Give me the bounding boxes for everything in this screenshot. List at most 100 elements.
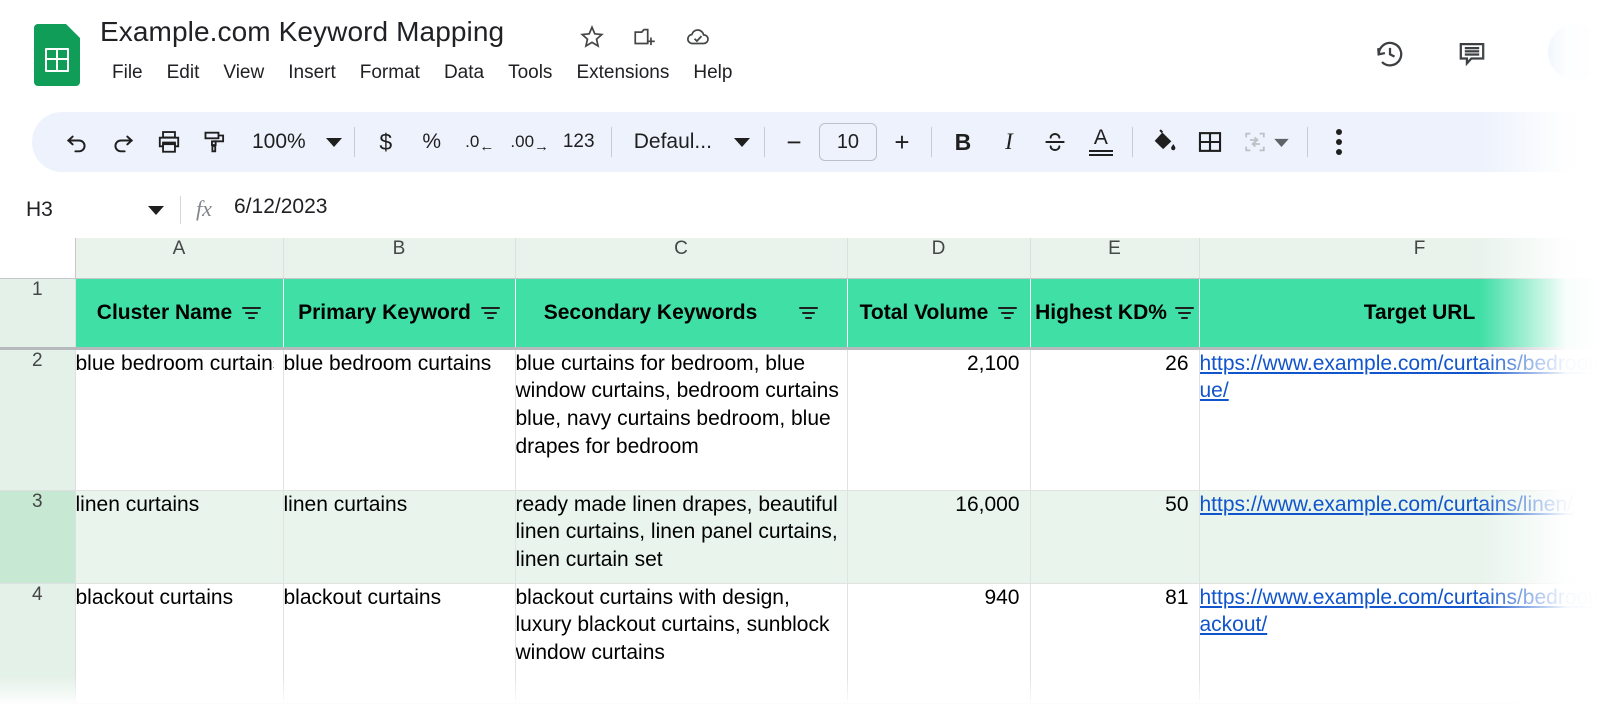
print-button[interactable] (146, 120, 192, 164)
cell-e3[interactable]: 50 (1030, 490, 1200, 584)
column-header-d[interactable]: D (847, 238, 1031, 279)
chevron-down-icon (1274, 138, 1290, 147)
menu-file[interactable]: File (100, 60, 155, 86)
text-color-label: A (1093, 126, 1108, 149)
increase-font-size-button[interactable]: + (881, 120, 923, 164)
column-header-f[interactable]: F (1199, 238, 1600, 279)
column-header-e[interactable]: E (1030, 238, 1200, 279)
table-row: 4 blackout curtains blackout curtains bl… (0, 583, 1600, 704)
text-color-button[interactable]: A (1078, 120, 1124, 164)
cell-a2[interactable]: blue bedroom curtains (75, 348, 284, 491)
menu-extensions[interactable]: Extensions (564, 60, 681, 86)
column-header-row: A B C D E F (0, 238, 1600, 279)
chevron-down-icon[interactable] (148, 205, 164, 215)
menu-edit[interactable]: Edit (155, 60, 212, 86)
avatar[interactable] (1548, 24, 1600, 80)
header-cell-highest-kd[interactable]: Highest KD% (1030, 277, 1200, 350)
comment-icon[interactable] (1450, 32, 1494, 76)
decrease-decimal-button[interactable]: .0 ← (455, 120, 505, 164)
version-history-icon[interactable] (1368, 32, 1412, 76)
zoom-value: 100% (252, 130, 306, 153)
more-options-icon[interactable] (1316, 120, 1362, 164)
merge-cells-icon (1245, 132, 1266, 152)
cell-e2[interactable]: 26 (1030, 348, 1200, 491)
column-header-a[interactable]: A (75, 238, 284, 279)
increase-decimal-button[interactable]: .00 → (505, 120, 555, 164)
cell-a2-text: blue bedroom curtains (75, 351, 274, 375)
title-action-icons (578, 22, 712, 52)
header-cell-target-url[interactable]: Target URL (1199, 277, 1600, 350)
cell-f2[interactable]: https://www.example.com/curtains/bedroom… (1199, 348, 1600, 491)
borders-icon[interactable] (1187, 120, 1233, 164)
cell-b4[interactable]: blackout curtains (283, 583, 516, 704)
bold-button[interactable]: B (940, 120, 986, 164)
header-label: Primary Keyword (298, 300, 471, 324)
toolbar-divider-5 (1131, 127, 1133, 157)
font-size-input[interactable]: 10 (818, 123, 877, 161)
cell-f3[interactable]: https://www.example.com/curtains/linen/ (1199, 490, 1600, 584)
target-url-link[interactable]: https://www.example.com/curtains/linen/ (1200, 493, 1574, 516)
currency-format-button[interactable]: $ (363, 120, 409, 164)
cloud-saved-icon[interactable] (684, 22, 712, 52)
cell-c4[interactable]: blackout curtains with design, luxury bl… (515, 583, 848, 704)
cell-a4[interactable]: blackout curtains (75, 583, 284, 704)
name-box[interactable]: H3 (14, 190, 174, 230)
header-cell-total-volume[interactable]: Total Volume (847, 277, 1031, 350)
menu-format[interactable]: Format (348, 60, 432, 86)
percent-format-button[interactable]: % (409, 120, 455, 164)
cell-d4[interactable]: 940 (847, 583, 1031, 704)
strikethrough-icon[interactable] (1032, 120, 1078, 164)
menu-data[interactable]: Data (432, 60, 496, 86)
table-row: 3 linen curtains linen curtains ready ma… (0, 490, 1600, 584)
column-header-c[interactable]: C (515, 238, 848, 279)
filter-icon[interactable] (1174, 305, 1194, 321)
fill-color-icon[interactable] (1141, 120, 1187, 164)
zoom-control[interactable]: 100% (238, 120, 346, 164)
header-cell-primary-keyword[interactable]: Primary Keyword (283, 277, 516, 350)
decrease-font-size-button[interactable]: − (773, 120, 815, 164)
cell-f4[interactable]: https://www.example.com/curtains/bedroom… (1199, 583, 1600, 704)
filter-icon[interactable] (799, 305, 819, 321)
page-title[interactable]: Example.com Keyword Mapping (100, 16, 504, 48)
column-header-b[interactable]: B (283, 238, 516, 279)
menu-insert[interactable]: Insert (276, 60, 348, 86)
filter-icon[interactable] (998, 305, 1018, 321)
paint-format-button[interactable] (192, 120, 238, 164)
cell-e4[interactable]: 81 (1030, 583, 1200, 704)
redo-button[interactable] (100, 120, 146, 164)
table-header-row: 1 Cluster Name Primary Keyword Secondary… (0, 277, 1600, 350)
sheet-table: A B C D E F 1 Cluster Name Primary Keywo… (0, 238, 1600, 704)
row-header-2[interactable]: 2 (0, 348, 76, 491)
cell-a3[interactable]: linen curtains (75, 490, 284, 584)
formula-input[interactable]: 6/12/2023 (234, 195, 327, 219)
move-to-folder-icon[interactable] (631, 22, 659, 52)
cell-c2[interactable]: blue curtains for bedroom, blue window c… (515, 348, 848, 491)
target-url-link[interactable]: https://www.example.com/curtains/bedroom… (1200, 352, 1600, 403)
filter-icon[interactable] (480, 305, 500, 321)
menu-tools[interactable]: Tools (496, 60, 564, 86)
star-icon[interactable] (578, 22, 606, 52)
app-header: Example.com Keyword Mapping File Edit Vi… (0, 0, 1600, 104)
menu-help[interactable]: Help (681, 60, 744, 86)
italic-button[interactable]: I (986, 120, 1032, 164)
row-header-1[interactable]: 1 (0, 278, 76, 350)
cell-b2[interactable]: blue bedroom curtains (283, 348, 516, 491)
select-all-corner[interactable] (0, 238, 76, 279)
row-header-3[interactable]: 3 (0, 490, 76, 584)
header-cell-cluster-name[interactable]: Cluster Name (75, 277, 284, 350)
header-cell-secondary-keywords[interactable]: Secondary Keywords (515, 277, 848, 350)
target-url-link[interactable]: https://www.example.com/curtains/bedroom… (1200, 586, 1600, 637)
menu-view[interactable]: View (211, 60, 276, 86)
header-label: Highest KD% (1035, 300, 1167, 324)
cell-c3[interactable]: ready made linen drapes, beautiful linen… (515, 490, 848, 584)
cell-b3[interactable]: linen curtains (283, 490, 516, 584)
cell-d2[interactable]: 2,100 (847, 348, 1031, 491)
undo-button[interactable] (54, 120, 100, 164)
cell-d3[interactable]: 16,000 (847, 490, 1031, 584)
row-header-4[interactable]: 4 (0, 583, 76, 704)
filter-icon[interactable] (242, 305, 262, 321)
font-family-select[interactable]: Defaul... (620, 120, 756, 164)
more-formats-button[interactable]: 123 (555, 120, 603, 164)
merge-cells-button[interactable] (1233, 120, 1299, 164)
chevron-down-icon (733, 137, 750, 147)
